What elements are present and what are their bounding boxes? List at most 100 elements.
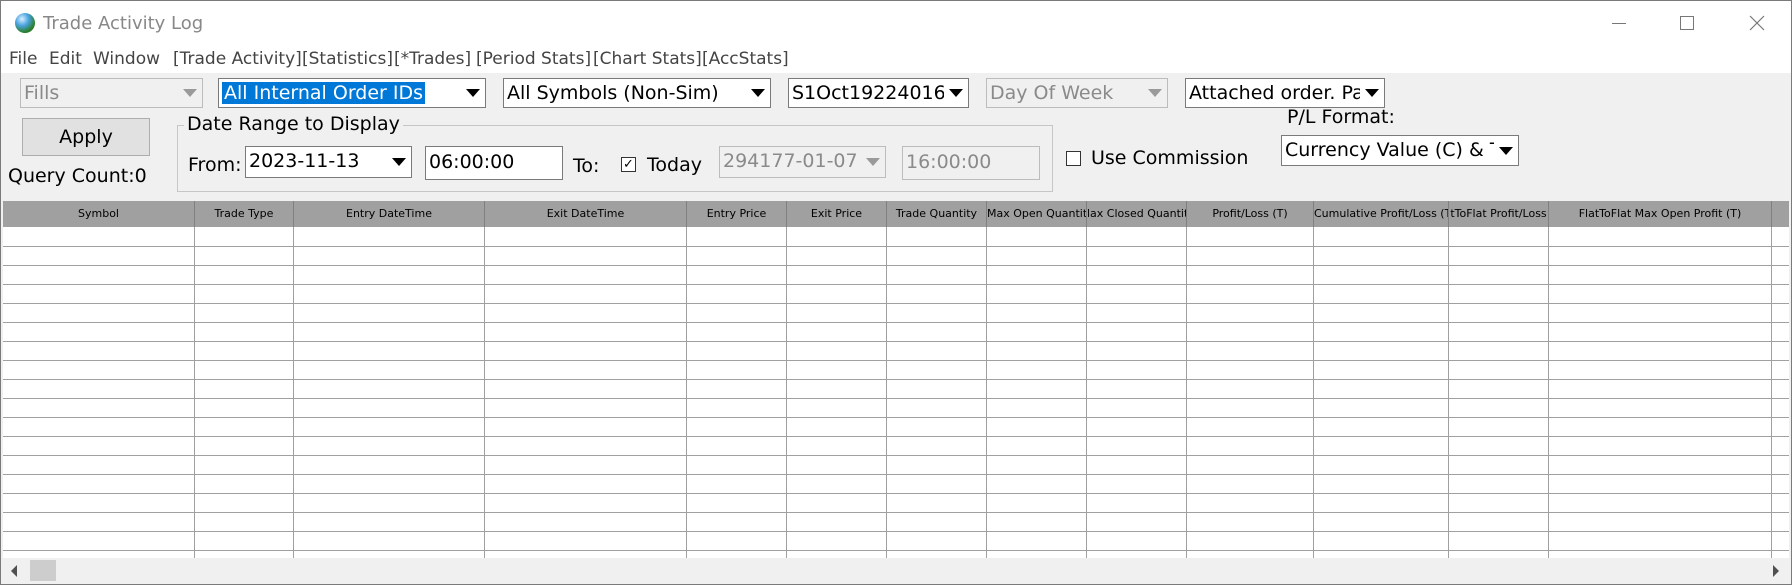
table-row[interactable] xyxy=(3,550,1789,551)
column-header[interactable]: Exit DateTime xyxy=(485,201,687,227)
chevron-down-icon xyxy=(746,79,770,107)
column-header[interactable]: Trade Type xyxy=(195,201,294,227)
table-row[interactable] xyxy=(3,284,1789,285)
day-of-week-dropdown[interactable]: Day Of Week xyxy=(986,78,1168,108)
order-ids-dropdown[interactable]: All Internal Order IDs xyxy=(218,78,486,108)
table-row[interactable] xyxy=(3,531,1789,532)
table-row[interactable] xyxy=(3,474,1789,475)
chevron-down-icon xyxy=(178,79,202,107)
trades-table[interactable]: Symbol Trade Type Entry DateTime Exit Da… xyxy=(3,201,1789,558)
grid-column-line xyxy=(786,227,787,558)
grid-column-line xyxy=(886,227,887,558)
scroll-thumb[interactable] xyxy=(30,560,56,581)
from-label: From: xyxy=(188,154,242,176)
pl-format-value: Currency Value (C) & T xyxy=(1285,139,1502,161)
to-time-field[interactable]: 16:00:00 xyxy=(902,146,1040,180)
maximize-button[interactable] xyxy=(1651,1,1723,45)
to-time-value: 16:00:00 xyxy=(906,151,992,173)
table-row[interactable] xyxy=(3,417,1789,418)
scroll-left-button[interactable] xyxy=(3,558,25,583)
apply-button[interactable]: Apply xyxy=(22,118,150,156)
minimize-icon xyxy=(1612,22,1626,24)
menu-bar: File Edit Window [Trade Activity] [Stati… xyxy=(1,45,1791,73)
order-ids-dropdown-value: All Internal Order IDs xyxy=(222,82,426,104)
grid-column-line xyxy=(1186,227,1187,558)
grid-column-line xyxy=(986,227,987,558)
menu-statistics[interactable]: [Statistics] xyxy=(302,49,393,69)
table-row[interactable] xyxy=(3,493,1789,494)
filter-panel: Fills All Internal Order IDs All Symbols… xyxy=(1,73,1791,197)
grid-column-line xyxy=(194,227,195,558)
attached-order-dropdown-value: Attached order. Par xyxy=(1189,82,1372,104)
table-row[interactable] xyxy=(3,303,1789,304)
grid-column-line xyxy=(1548,227,1549,558)
grid-column-line xyxy=(293,227,294,558)
column-header[interactable]: tToFlat Profit/Loss xyxy=(1449,201,1549,227)
table-row[interactable] xyxy=(3,246,1789,247)
menu-period-stats[interactable]: [Period Stats] xyxy=(476,49,591,69)
table-row[interactable] xyxy=(3,455,1789,456)
use-commission-checkbox[interactable] xyxy=(1066,151,1081,166)
chevron-right-icon xyxy=(1773,564,1779,577)
table-row[interactable] xyxy=(3,379,1789,380)
horizontal-scrollbar[interactable] xyxy=(1,558,1791,583)
column-header[interactable]: Symbol xyxy=(3,201,195,227)
minimize-button[interactable] xyxy=(1583,1,1655,45)
from-time-value: 06:00:00 xyxy=(429,151,515,173)
menu-edit[interactable]: Edit xyxy=(49,49,82,69)
query-count: Query Count:0 xyxy=(8,165,147,187)
chevron-down-icon xyxy=(861,147,885,177)
to-label: To: xyxy=(573,155,600,177)
fills-dropdown-value: Fills xyxy=(24,82,60,104)
from-time-field[interactable]: 06:00:00 xyxy=(425,146,563,180)
chevron-down-icon xyxy=(1494,136,1518,165)
column-header[interactable]: lax Closed Quantit xyxy=(1087,201,1187,227)
day-of-week-dropdown-value: Day Of Week xyxy=(990,82,1114,104)
table-row[interactable] xyxy=(3,436,1789,437)
menu-trade-activity[interactable]: [Trade Activity] xyxy=(173,49,302,69)
attached-order-dropdown[interactable]: Attached order. Par xyxy=(1185,78,1385,108)
table-row[interactable] xyxy=(3,398,1789,399)
account-dropdown-value: S1Oct192240169 xyxy=(792,82,958,104)
grid-column-line xyxy=(1086,227,1087,558)
fills-dropdown[interactable]: Fills xyxy=(20,78,203,108)
symbols-dropdown-value: All Symbols (Non-Sim) xyxy=(507,82,719,104)
column-header[interactable]: Profit/Loss (T) xyxy=(1187,201,1314,227)
today-checkbox[interactable]: ✓ xyxy=(621,157,636,172)
column-header[interactable]: Cumulative Profit/Loss (T) xyxy=(1314,201,1449,227)
menu-accstats[interactable]: [AccStats] xyxy=(702,49,789,69)
symbols-dropdown[interactable]: All Symbols (Non-Sim) xyxy=(503,78,771,108)
account-dropdown[interactable]: S1Oct192240169 xyxy=(788,78,969,108)
to-date-picker[interactable]: 294177-01-07 xyxy=(719,146,886,178)
column-header[interactable]: Trade Quantity xyxy=(887,201,987,227)
chevron-down-icon xyxy=(1360,79,1384,107)
table-header: Symbol Trade Type Entry DateTime Exit Da… xyxy=(3,201,1789,227)
close-button[interactable] xyxy=(1721,1,1792,45)
table-row[interactable] xyxy=(3,512,1789,513)
pl-format-dropdown[interactable]: Currency Value (C) & T xyxy=(1281,135,1519,166)
menu-trades[interactable]: [*Trades] xyxy=(394,49,471,69)
use-commission-label: Use Commission xyxy=(1091,147,1249,169)
column-header[interactable]: FlatToFlat Max Open Profit (T) xyxy=(1549,201,1772,227)
scroll-right-button[interactable] xyxy=(1765,558,1787,583)
from-date-picker[interactable]: 2023-11-13 xyxy=(245,146,412,178)
table-row[interactable] xyxy=(3,341,1789,342)
chevron-left-icon xyxy=(11,564,17,577)
column-header[interactable]: Max Open Quantity xyxy=(987,201,1087,227)
table-row[interactable] xyxy=(3,265,1789,266)
menu-chart-stats[interactable]: [Chart Stats] xyxy=(593,49,702,69)
pl-format-label: P/L Format: xyxy=(1287,106,1395,128)
chevron-down-icon xyxy=(461,79,485,107)
table-row[interactable] xyxy=(3,322,1789,323)
maximize-icon xyxy=(1680,16,1694,30)
menu-file[interactable]: File xyxy=(9,49,37,69)
column-header[interactable]: Entry DateTime xyxy=(294,201,485,227)
menu-window[interactable]: Window xyxy=(93,49,160,69)
date-range-title: Date Range to Display xyxy=(184,113,403,135)
grid-column-line xyxy=(1448,227,1449,558)
column-header[interactable]: Exit Price xyxy=(787,201,887,227)
table-row[interactable] xyxy=(3,360,1789,361)
column-header[interactable]: Entry Price xyxy=(687,201,787,227)
chevron-down-icon xyxy=(944,79,968,107)
globe-icon xyxy=(15,13,35,33)
